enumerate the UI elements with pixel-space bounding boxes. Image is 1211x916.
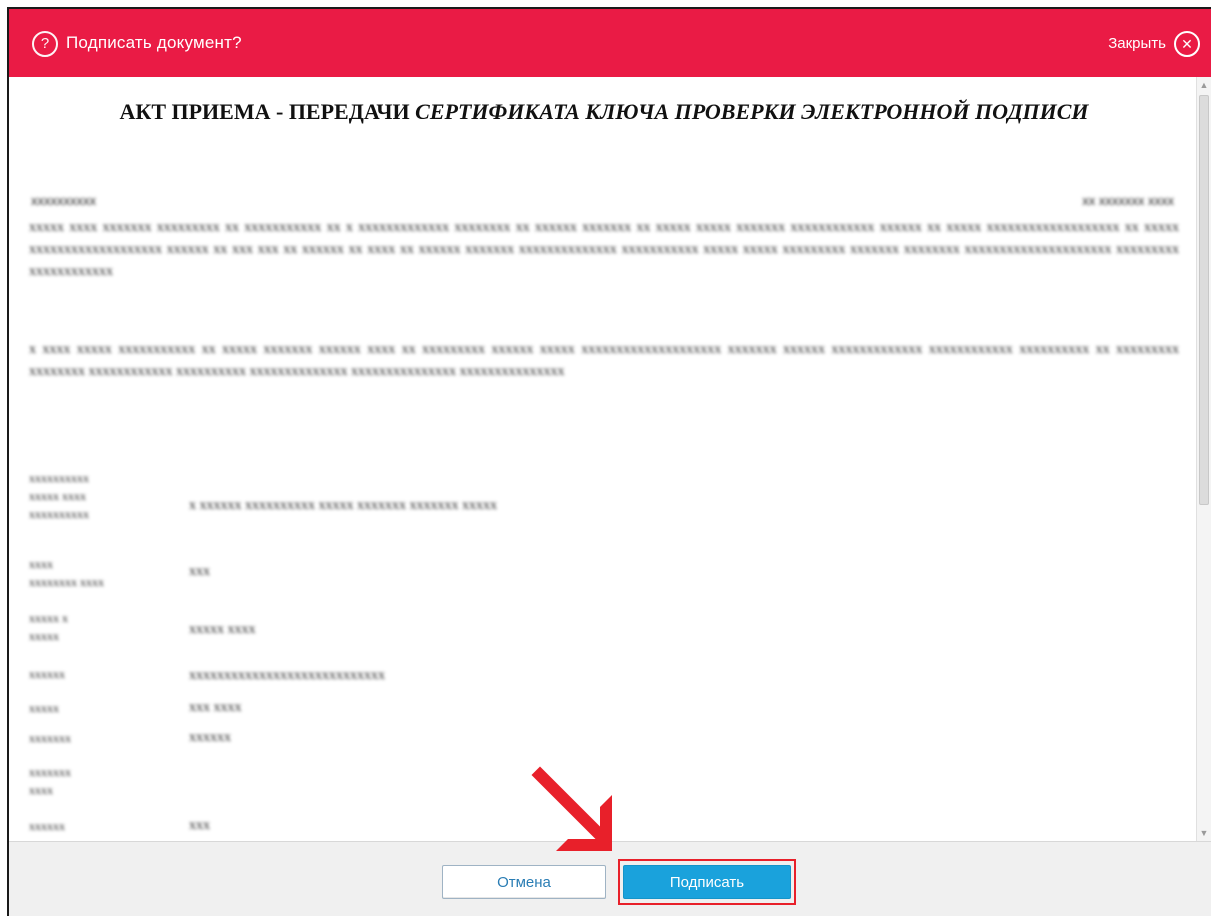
scroll-down-icon[interactable]: ▼ — [1197, 825, 1211, 841]
document-scrollbar[interactable]: ▲ ▼ — [1196, 77, 1211, 841]
scroll-thumb[interactable] — [1199, 95, 1209, 505]
document-title: АКТ ПРИЕМА - ПЕРЕДАЧИ СЕРТИФИКАТА КЛЮЧА … — [29, 95, 1179, 129]
close-icon[interactable]: ✕ — [1174, 31, 1200, 57]
dialog-title: Подписать документ? — [66, 33, 242, 52]
document-paragraph-1-redacted: xxxxx xxxx xxxxxxx xxxxxxxxx xx xxxxxxxx… — [29, 220, 1179, 279]
field-label-redacted: xxxxxxx — [29, 731, 71, 745]
dialog-footer: Отмена Подписать — [9, 841, 1211, 916]
document-title-plain: АКТ ПРИЕМА - ПЕРЕДАЧИ — [119, 99, 416, 124]
document-viewer[interactable]: АКТ ПРИЕМА - ПЕРЕДАЧИ СЕРТИФИКАТА КЛЮЧА … — [9, 77, 1196, 841]
close-link[interactable]: Закрыть — [1108, 35, 1166, 52]
sign-button[interactable]: Подписать — [623, 865, 791, 899]
field-value-redacted: xxx — [189, 818, 210, 833]
field-label-redacted: xxxxxxxxxx xxxxx xxxx xxxxxxxxxx — [29, 471, 89, 521]
field-label-redacted: xxxxxx — [29, 819, 65, 833]
field-value-redacted: xxx xxxx — [189, 700, 242, 715]
field-label-redacted: xxxxx x xxxxx — [29, 611, 68, 643]
field-value-redacted: xxx — [189, 564, 210, 579]
scroll-up-icon[interactable]: ▲ — [1197, 77, 1211, 93]
field-value-redacted: xxxxx xxxx — [189, 622, 256, 637]
dialog-titlebar: ? Подписать документ? Закрыть ✕ — [9, 9, 1211, 77]
field-label-redacted: xxxxxxx xxxx — [29, 765, 71, 797]
field-value-redacted: x xxxxxx xxxxxxxxxx xxxxx xxxxxxx xxxxxx… — [189, 498, 497, 513]
help-icon[interactable]: ? — [32, 31, 58, 57]
field-value-redacted: xxxxxx — [189, 730, 231, 745]
field-value-redacted: xxxxxxxxxxxxxxxxxxxxxxxxxxxx — [189, 668, 385, 683]
field-label-redacted: xxxxx — [29, 701, 59, 715]
document-paragraph-2-redacted: x xxxx xxxxx xxxxxxxxxxx xx xxxxx xxxxxx… — [29, 342, 1179, 379]
field-label-redacted: xxxxxx — [29, 667, 65, 681]
cancel-button[interactable]: Отмена — [442, 865, 606, 899]
document-title-italic: СЕРТИФИКАТА КЛЮЧА ПРОВЕРКИ ЭЛЕКТРОННОЙ П… — [415, 99, 1089, 124]
field-label-redacted: xxxx xxxxxxxx xxxx — [29, 557, 104, 589]
document-date-redacted: xx xxxxxxx xxxx — [1082, 193, 1174, 208]
document-location-redacted: xxxxxxxxxx — [31, 193, 96, 208]
